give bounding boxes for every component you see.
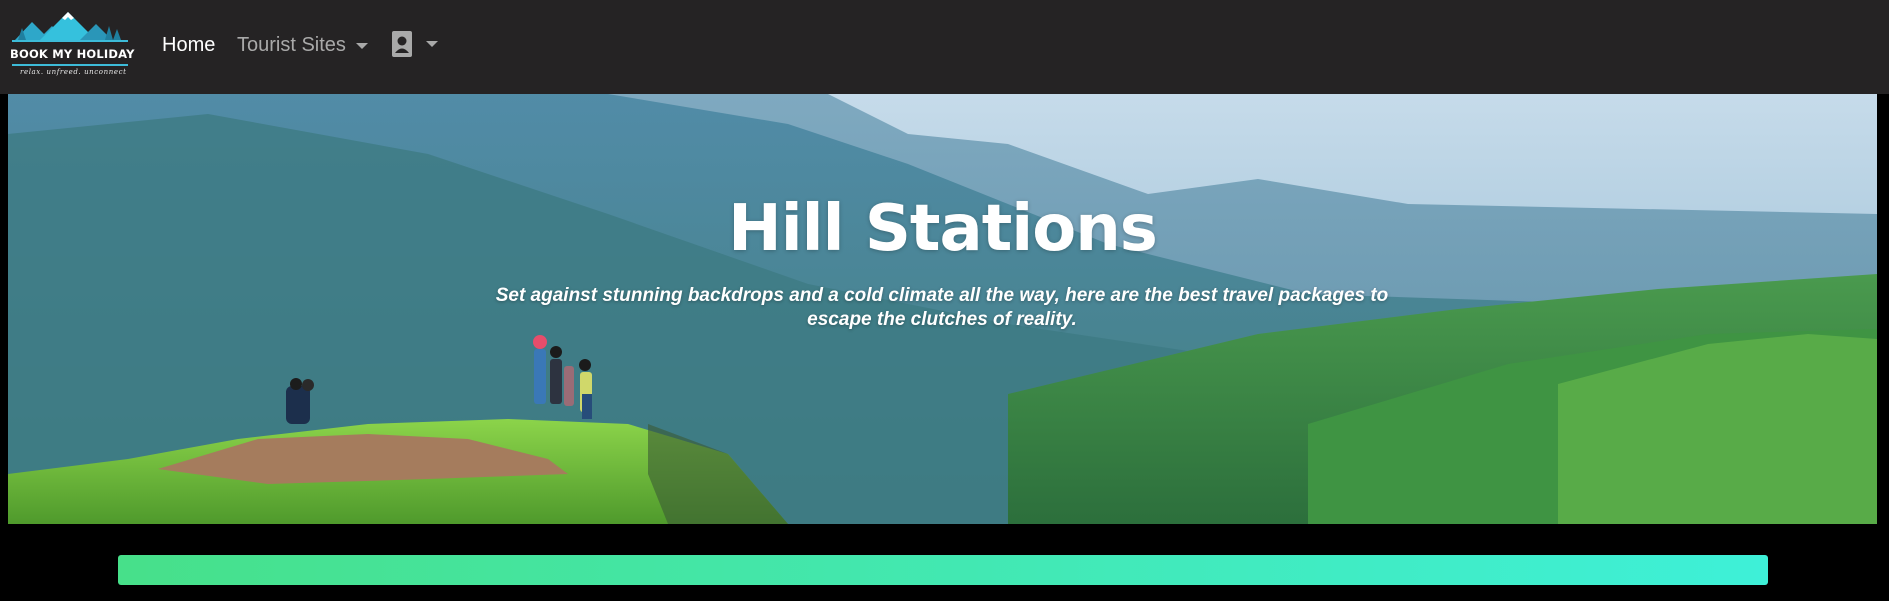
hero-title: Hill Stations bbox=[728, 192, 1158, 266]
user-profile-icon bbox=[392, 31, 412, 57]
nav-tourist-sites-dropdown[interactable]: Tourist Sites bbox=[237, 34, 368, 57]
brand-name: BOOK MY HOLIDAY bbox=[10, 47, 135, 61]
brand-logo[interactable]: BOOK MY HOLIDAY relax. unfreed. unconnec… bbox=[10, 10, 135, 82]
gradient-banner-bar bbox=[118, 555, 1768, 585]
chevron-down-icon bbox=[426, 41, 438, 47]
brand-divider bbox=[12, 64, 128, 66]
nav-home-link[interactable]: Home bbox=[162, 34, 215, 57]
hero-banner: Hill Stations Set against stunning backd… bbox=[8, 94, 1877, 524]
nav-user-dropdown[interactable] bbox=[392, 31, 438, 57]
hero-subtitle: Set against stunning backdrops and a col… bbox=[495, 285, 1389, 330]
mountain-logo-icon bbox=[12, 12, 128, 42]
brand-tagline: relax. unfreed. unconnect bbox=[20, 68, 127, 76]
navbar: BOOK MY HOLIDAY relax. unfreed. unconnec… bbox=[0, 0, 1889, 94]
chevron-down-icon bbox=[355, 42, 368, 49]
nav-tourist-sites-label: Tourist Sites bbox=[237, 34, 346, 56]
